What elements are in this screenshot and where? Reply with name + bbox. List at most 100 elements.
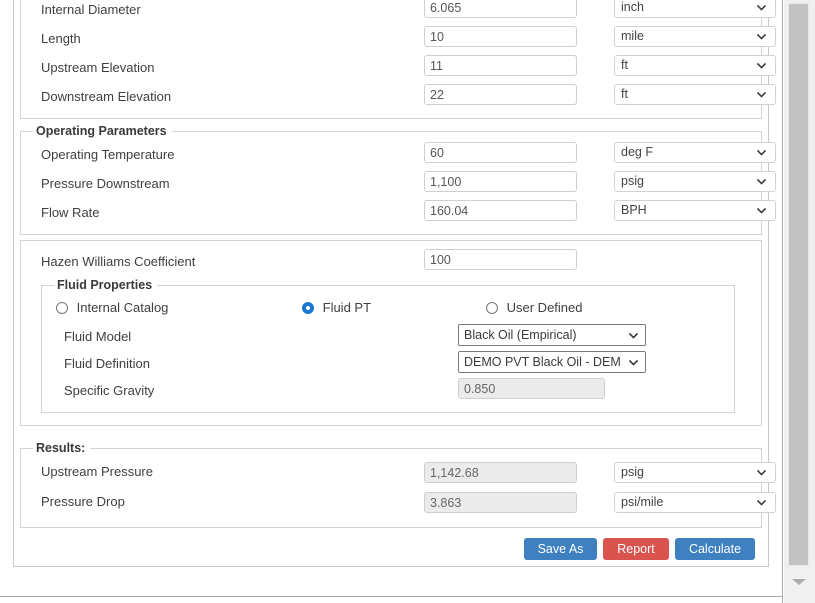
row-internal-diameter: Internal Diameter inch (31, 0, 776, 26)
select-internal-diameter-unit[interactable]: inch (614, 0, 776, 18)
radio-user-defined-label: User Defined (506, 300, 583, 315)
input-downstream-elevation[interactable] (424, 84, 577, 105)
row-flow-rate: Flow Rate BPH (31, 200, 776, 225)
fluid-properties-group: Fluid Properties Internal Catalog Fluid … (41, 278, 735, 413)
label-operating-temperature: Operating Temperature (41, 147, 175, 162)
label-fluid-model: Fluid Model (64, 329, 132, 344)
chevron-down-icon (755, 146, 768, 159)
calculator-window: Internal Diameter inch Length mile (0, 0, 815, 603)
label-pressure-drop: Pressure Drop (41, 494, 125, 509)
fluid-section: Hazen Williams Coefficient Fluid Propert… (20, 240, 762, 426)
select-fluid-model-value: Black Oil (Empirical) (464, 328, 577, 342)
pipe-data-group: Internal Diameter inch Length mile (20, 0, 776, 119)
label-fluid-definition: Fluid Definition (64, 356, 150, 371)
select-operating-temperature-unit-value: deg F (621, 145, 653, 159)
select-fluid-model[interactable]: Black Oil (Empirical) (458, 324, 646, 346)
scroll-down-arrow-icon (792, 579, 806, 585)
input-upstream-pressure (424, 462, 577, 483)
label-flow-rate: Flow Rate (41, 205, 100, 220)
form-panel: Internal Diameter inch Length mile (13, 0, 776, 567)
radio-fluid-pt-label: Fluid PT (322, 300, 372, 315)
input-pressure-downstream[interactable] (424, 171, 577, 192)
label-downstream-elevation: Downstream Elevation (41, 89, 172, 104)
action-button-bar: Save As Report Calculate (14, 534, 768, 566)
input-length[interactable] (424, 26, 577, 47)
scrollbar-thumb[interactable] (788, 3, 809, 566)
input-internal-diameter[interactable] (424, 0, 577, 18)
vertical-scrollbar[interactable] (783, 0, 815, 603)
calculate-button[interactable]: Calculate (675, 538, 755, 560)
row-fluid-definition: Fluid Definition DEMO PVT Black Oil - DE… (52, 351, 724, 378)
select-pressure-downstream-unit-value: psig (621, 174, 644, 188)
row-operating-temperature: Operating Temperature deg F (31, 142, 776, 171)
select-downstream-elevation-unit-value: ft (621, 87, 628, 101)
radio-internal-catalog-indicator (56, 302, 68, 314)
results-legend: Results: (36, 441, 86, 455)
operating-parameters-legend: Operating Parameters (36, 124, 167, 138)
input-flow-rate[interactable] (424, 200, 577, 221)
fluid-source-radio-group: Internal Catalog Fluid PT User Defined (52, 298, 724, 324)
row-downstream-elevation: Downstream Elevation ft (31, 84, 776, 108)
input-pressure-drop (424, 492, 577, 513)
input-upstream-elevation[interactable] (424, 55, 577, 76)
scrollbar-down-button[interactable] (788, 570, 809, 596)
select-operating-temperature-unit[interactable]: deg F (614, 142, 776, 163)
radio-fluid-pt[interactable]: Fluid PT (302, 300, 371, 315)
chevron-down-icon (755, 30, 768, 43)
input-operating-temperature[interactable] (424, 142, 577, 163)
radio-fluid-pt-indicator (302, 302, 314, 314)
select-upstream-pressure-unit-value: psig (621, 465, 644, 479)
select-length-unit[interactable]: mile (614, 26, 776, 47)
select-upstream-pressure-unit[interactable]: psig (614, 462, 776, 483)
chevron-down-icon (627, 329, 640, 342)
radio-internal-catalog[interactable]: Internal Catalog (56, 300, 168, 315)
label-length: Length (41, 31, 81, 46)
panel-bottom-edge (0, 596, 783, 597)
row-specific-gravity: Specific Gravity (52, 378, 724, 402)
radio-internal-catalog-label: Internal Catalog (76, 300, 169, 315)
scrollable-content-area: Internal Diameter inch Length mile (0, 0, 783, 603)
row-fluid-model: Fluid Model Black Oil (Empirical) (52, 324, 724, 351)
select-internal-diameter-unit-value: inch (621, 0, 644, 14)
input-specific-gravity (458, 378, 605, 399)
select-upstream-elevation-unit-value: ft (621, 58, 628, 72)
row-upstream-elevation: Upstream Elevation ft (31, 55, 776, 84)
label-pressure-downstream: Pressure Downstream (41, 176, 170, 191)
row-hazen-williams-coefficient: Hazen Williams Coefficient (31, 249, 751, 276)
save-as-button[interactable]: Save As (524, 538, 597, 560)
chevron-down-icon (755, 59, 768, 72)
label-internal-diameter: Internal Diameter (41, 2, 141, 17)
radio-user-defined[interactable]: User Defined (486, 300, 583, 315)
chevron-down-icon (625, 356, 640, 369)
chevron-down-icon (755, 496, 768, 509)
select-length-unit-value: mile (621, 29, 644, 43)
select-pressure-drop-unit-value: psi/mile (621, 495, 664, 509)
chevron-down-icon (755, 204, 768, 217)
select-pressure-drop-unit[interactable]: psi/mile (614, 492, 776, 513)
label-upstream-pressure: Upstream Pressure (41, 464, 153, 479)
chevron-down-icon (755, 1, 768, 14)
select-fluid-definition[interactable]: DEMO PVT Black Oil - DEM (458, 351, 646, 373)
select-flow-rate-unit-value: BPH (621, 203, 647, 217)
row-pressure-downstream: Pressure Downstream psig (31, 171, 776, 200)
select-fluid-definition-value: DEMO PVT Black Oil - DEM (464, 355, 621, 369)
label-upstream-elevation: Upstream Elevation (41, 60, 155, 75)
select-upstream-elevation-unit[interactable]: ft (614, 55, 776, 76)
radio-user-defined-indicator (486, 302, 498, 314)
select-flow-rate-unit[interactable]: BPH (614, 200, 776, 221)
row-upstream-pressure: Upstream Pressure psig (31, 459, 776, 489)
chevron-down-icon (755, 88, 768, 101)
label-specific-gravity: Specific Gravity (64, 383, 155, 398)
operating-parameters-group: Operating Parameters Operating Temperatu… (20, 124, 776, 235)
label-hazen-williams-coefficient: Hazen Williams Coefficient (41, 254, 196, 269)
row-pressure-drop: Pressure Drop psi/mile (31, 489, 776, 515)
chevron-down-icon (755, 175, 768, 188)
results-group: Results: Upstream Pressure psig Pressure… (20, 441, 776, 528)
input-hazen-williams-coefficient[interactable] (424, 249, 577, 270)
row-length: Length mile (31, 26, 776, 55)
report-button[interactable]: Report (603, 538, 669, 560)
fluid-properties-legend: Fluid Properties (57, 278, 153, 292)
select-pressure-downstream-unit[interactable]: psig (614, 171, 776, 192)
chevron-down-icon (755, 466, 768, 479)
select-downstream-elevation-unit[interactable]: ft (614, 84, 776, 105)
